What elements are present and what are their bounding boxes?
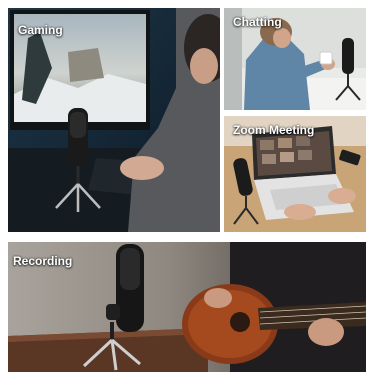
zoom-meeting-label: Zoom Meeting [233, 123, 315, 137]
gaming-scene-illustration [8, 8, 220, 232]
recording-label: Recording [13, 254, 73, 268]
recording-photo: Recording [8, 242, 366, 372]
chatting-label: Chatting [233, 15, 282, 29]
chatting-photo: Chatting [224, 8, 366, 110]
zoom-meeting-photo: Zoom Meeting [224, 116, 366, 232]
gaming-label: Gaming [18, 23, 63, 37]
gaming-photo: Gaming [8, 8, 220, 232]
